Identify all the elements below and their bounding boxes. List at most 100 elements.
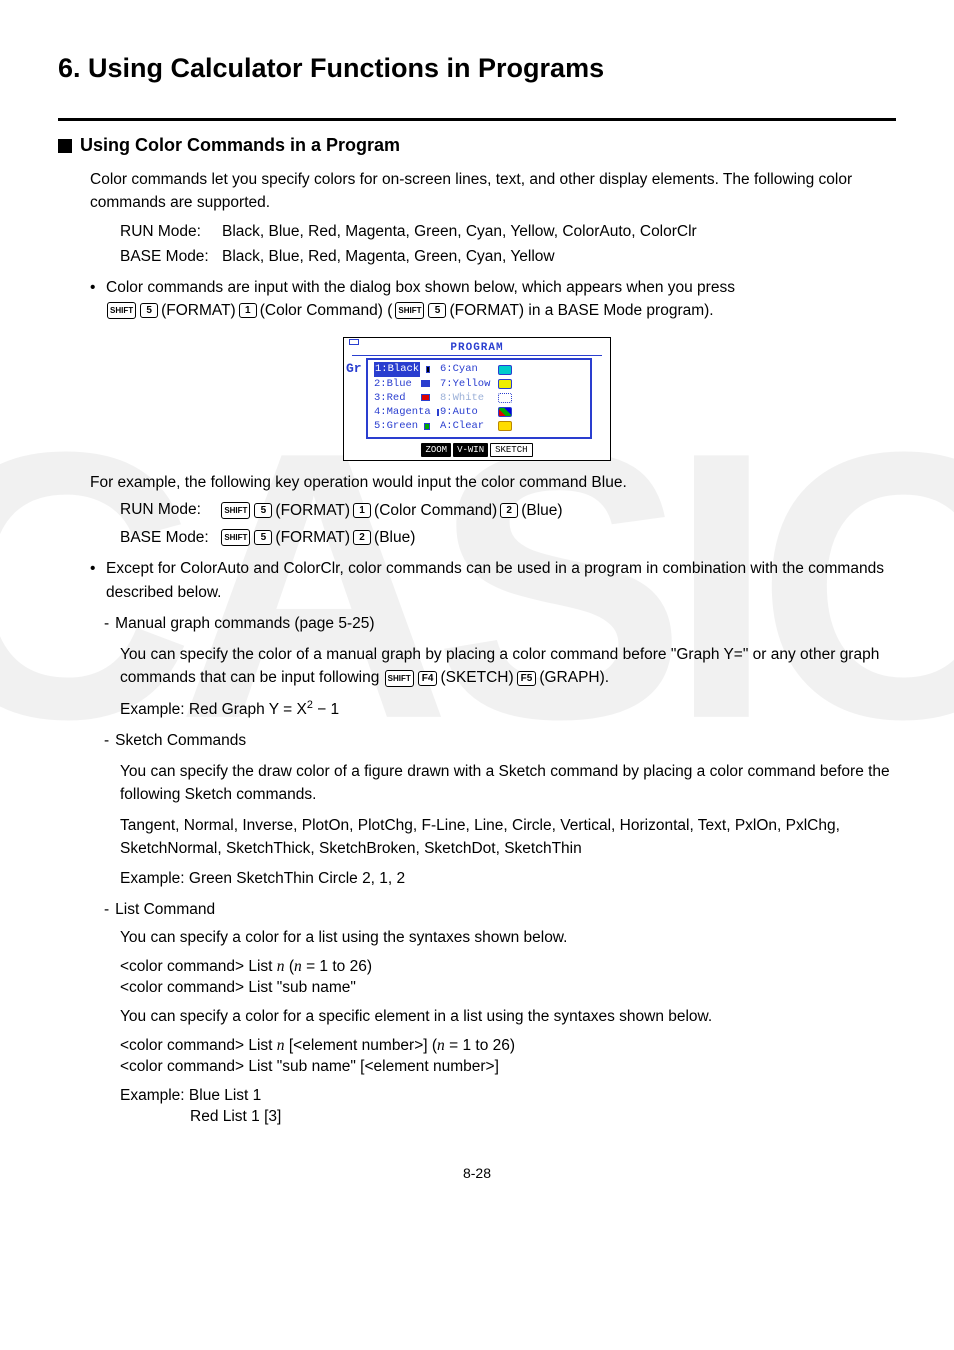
syntax4: <color command> List "sub name" [<elemen… <box>120 1058 499 1075</box>
fkey-vwin: V-WIN <box>453 443 488 457</box>
color-command-label: (Color Command) ( <box>260 299 393 322</box>
dash: - <box>104 900 109 921</box>
example-base-mode: BASE Mode: SHIFT 5 (FORMAT) 2 (Blue) <box>120 526 896 550</box>
menu-blue: 2:Blue <box>374 377 412 391</box>
run-mode-label: RUN Mode: <box>120 220 216 245</box>
swatch-yellow <box>498 379 512 389</box>
syntax2: <color command> List "sub name" <box>120 979 356 996</box>
sketch-label: (SKETCH) <box>440 666 513 689</box>
color-command-label: (Color Command) <box>374 499 497 522</box>
key-2: 2 <box>353 530 371 545</box>
manual-graph-heading: - Manual graph commands (page 5-25) <box>104 614 896 635</box>
key-5: 5 <box>428 303 446 318</box>
swatch-cyan <box>498 365 512 375</box>
bullet-item-2: • Except for ColorAuto and ColorClr, col… <box>90 557 896 604</box>
syntax3-c: = 1 to 26) <box>445 1037 515 1054</box>
blue-label: (Blue) <box>521 499 562 522</box>
swatch-auto <box>498 407 512 417</box>
calc-title: PROGRAM <box>352 341 602 357</box>
fkey-zoom: ZOOM <box>421 443 451 457</box>
key-1: 1 <box>353 503 371 518</box>
bullet1-post: (FORMAT) in a BASE Mode program). <box>449 299 713 322</box>
list-command-title: List Command <box>115 900 215 921</box>
syntax1-b: ( <box>285 958 294 975</box>
list-examples: Example: Blue List 1 Red List 1 [3] <box>120 1086 896 1128</box>
run-mode-values: Black, Blue, Red, Magenta, Green, Cyan, … <box>222 220 697 245</box>
swatch-magenta <box>437 409 439 416</box>
blue-label: (Blue) <box>374 526 415 549</box>
base-mode-values: Black, Blue, Red, Magenta, Green, Cyan, … <box>222 245 555 270</box>
gr-label: Gr <box>346 360 362 378</box>
format-label: (FORMAT) <box>161 299 236 322</box>
key-f4: F4 <box>418 671 438 686</box>
sketch-commands-title: Sketch Commands <box>115 731 246 752</box>
battery-icon <box>349 339 359 345</box>
page-number: 8-28 <box>58 1164 896 1183</box>
key-f5: F5 <box>517 671 537 686</box>
example-run-mode: RUN Mode: SHIFT 5 (FORMAT) 1 (Color Comm… <box>120 498 896 522</box>
shift-key: SHIFT <box>221 529 250 546</box>
menu-red: 3:Red <box>374 391 406 405</box>
fkey-sketch: SKETCH <box>490 443 532 457</box>
sketch-commands-heading: - Sketch Commands <box>104 731 896 752</box>
list-syntax-block-2: <color command> List n [<element number>… <box>120 1036 896 1078</box>
shift-key: SHIFT <box>395 302 424 319</box>
list-body1: You can specify a color for a list using… <box>120 928 896 949</box>
calculator-dialog-image: PROGRAM Gr 1:Black 2:Blue 3:Red 4:Magent… <box>343 337 611 462</box>
bullet-item-1: • Color commands are input with the dial… <box>90 276 896 323</box>
run-mode-label: RUN Mode: <box>120 498 216 521</box>
for-example-text: For example, the following key operation… <box>90 473 896 494</box>
key-5: 5 <box>140 303 158 318</box>
key-5: 5 <box>254 530 272 545</box>
dash: - <box>104 731 109 752</box>
format-label: (FORMAT) <box>275 499 350 522</box>
shift-key: SHIFT <box>385 670 414 687</box>
sketch-body1: You can specify the draw color of a figu… <box>120 760 896 807</box>
syntax1-a: <color command> List <box>120 958 277 975</box>
graph-label: (GRAPH). <box>539 666 609 689</box>
section-heading-row: Using Color Commands in a Program <box>58 133 896 157</box>
example-suffix: − 1 <box>313 701 339 718</box>
manual-graph-body: You can specify the color of a manual gr… <box>120 643 896 721</box>
key-2: 2 <box>500 503 518 518</box>
swatch-clear <box>498 421 512 431</box>
menu-auto: 9:Auto <box>440 405 478 419</box>
section-heading: Using Color Commands in a Program <box>80 133 400 157</box>
menu-black: 1:Black <box>374 362 420 376</box>
sketch-list: Tangent, Normal, Inverse, PlotOn, PlotCh… <box>120 814 896 861</box>
supported-modes: RUN Mode: Black, Blue, Red, Magenta, Gre… <box>120 220 896 270</box>
list-syntax-block-1: <color command> List n (n = 1 to 26) <co… <box>120 957 896 999</box>
menu-clear: A:Clear <box>440 419 484 433</box>
chapter-title: 6. Using Calculator Functions in Program… <box>58 50 896 86</box>
sketch-example: Example: Green SketchThin Circle 2, 1, 2 <box>120 869 896 890</box>
intro-paragraph: Color commands let you specify colors fo… <box>90 168 896 215</box>
swatch-black <box>426 366 430 373</box>
menu-magenta: 4:Magenta <box>374 405 431 419</box>
manual-graph-title: Manual graph commands (page 5-25) <box>115 614 374 635</box>
menu-cyan: 6:Cyan <box>440 362 478 376</box>
list-body2: You can specify a color for a specific e… <box>120 1007 896 1028</box>
shift-key: SHIFT <box>107 302 136 319</box>
bullet-dot: • <box>90 557 100 604</box>
base-mode-label: BASE Mode: <box>120 526 216 549</box>
menu-white: 8:White <box>440 391 484 405</box>
key-sequence-1: SHIFT 5 (FORMAT) 1 (Color Command) ( SHI… <box>106 299 714 322</box>
color-dialog: 1:Black 2:Blue 3:Red 4:Magenta 5:Green 6… <box>366 358 592 439</box>
syntax3-a: <color command> List <box>120 1037 277 1054</box>
key-1: 1 <box>239 303 257 318</box>
menu-green: 5:Green <box>374 419 418 433</box>
swatch-blue <box>421 380 430 387</box>
square-bullet-icon <box>58 139 72 153</box>
fkey-row: ZOOM V-WIN SKETCH <box>344 443 610 457</box>
manual-graph-example: Example: Red Graph Y = X2 − 1 <box>120 698 896 721</box>
example-prefix: Example: Red Graph Y = X <box>120 701 307 718</box>
bullet2-text: Except for ColorAuto and ColorClr, color… <box>106 557 896 604</box>
bullet-dot: • <box>90 276 100 323</box>
list-command-body: You can specify a color for a list using… <box>120 928 896 1127</box>
syntax1-c: = 1 to 26) <box>302 958 372 975</box>
swatch-green <box>424 423 430 430</box>
format-label: (FORMAT) <box>275 526 350 549</box>
divider <box>58 118 896 121</box>
swatch-white <box>498 393 512 403</box>
sketch-commands-body: You can specify the draw color of a figu… <box>120 760 896 890</box>
